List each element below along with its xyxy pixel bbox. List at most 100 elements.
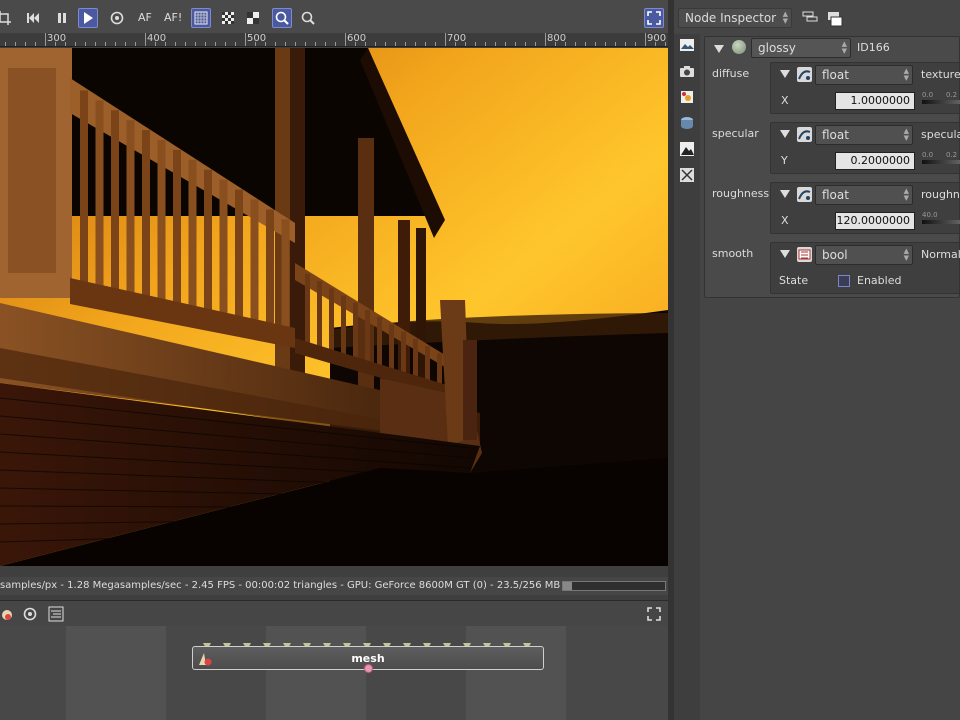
enabled-checkbox[interactable] bbox=[838, 275, 850, 287]
ruler-tick bbox=[5, 42, 6, 46]
play-icon[interactable] bbox=[78, 8, 98, 28]
param-slider[interactable]: 0.0 0.2 bbox=[922, 91, 960, 106]
ruler-tick bbox=[505, 42, 506, 46]
material-sphere-icon bbox=[732, 40, 746, 54]
ruler-tick bbox=[315, 42, 316, 46]
param-label-diffuse: diffuse bbox=[712, 67, 750, 80]
ruler-tick bbox=[515, 42, 516, 46]
render-viewport[interactable] bbox=[0, 48, 668, 566]
kernel-icon[interactable] bbox=[678, 166, 696, 184]
rewind-icon[interactable] bbox=[23, 8, 43, 28]
viewport-toolbar: AF AF! bbox=[0, 0, 668, 37]
environment-icon[interactable] bbox=[678, 114, 696, 132]
collapse-all-icon[interactable] bbox=[802, 11, 818, 25]
camera-icon[interactable] bbox=[678, 62, 696, 80]
imager-icon[interactable] bbox=[678, 140, 696, 158]
param-type-select[interactable]: float ▲ ▼ bbox=[815, 65, 913, 85]
autofocus-pick-label[interactable]: AF! bbox=[164, 11, 182, 24]
node-graph-canvas[interactable] bbox=[0, 626, 668, 720]
ruler-tick bbox=[645, 33, 646, 46]
ruler-tick bbox=[605, 42, 606, 46]
ruler-tick bbox=[445, 33, 446, 46]
image-icon[interactable] bbox=[678, 36, 696, 54]
fullscreen-icon[interactable] bbox=[644, 8, 664, 28]
ruler-tick bbox=[535, 42, 536, 46]
refresh-icon[interactable] bbox=[107, 8, 127, 28]
select-arrows-icon: ▲ ▼ bbox=[841, 40, 847, 55]
inspector-mode-select[interactable]: Node Inspector ▲ ▼ bbox=[678, 8, 792, 28]
ruler-tick bbox=[435, 42, 436, 46]
checkerboard-icon[interactable] bbox=[218, 8, 238, 28]
autofocus-label[interactable]: AF bbox=[138, 11, 152, 24]
select-arrows-icon: ▲ ▼ bbox=[903, 187, 909, 202]
ruler-tick bbox=[195, 42, 196, 46]
render-stats-text: samples/px - 1.28 Megasamples/sec - 2.45… bbox=[0, 580, 560, 591]
graph-fullscreen-icon[interactable] bbox=[644, 604, 664, 624]
param-link-label[interactable]: specular bbox=[921, 128, 960, 141]
collapse-param-icon[interactable] bbox=[780, 130, 790, 138]
graph-refresh-icon[interactable] bbox=[20, 604, 40, 624]
slider-max-label: 0.2 bbox=[946, 151, 958, 159]
ruler-tick bbox=[225, 42, 226, 46]
param-slider[interactable]: 0.0 0.2 bbox=[922, 151, 960, 166]
ruler-tick bbox=[85, 42, 86, 46]
param-type-label: float bbox=[822, 68, 849, 82]
param-type-select[interactable]: float ▲ ▼ bbox=[815, 125, 913, 145]
bool-type-icon bbox=[797, 247, 812, 262]
collapse-param-icon[interactable] bbox=[780, 250, 790, 258]
render-target-icon[interactable] bbox=[678, 88, 696, 106]
ruler-tick bbox=[35, 42, 36, 46]
mesh-node-output-pin[interactable] bbox=[364, 664, 373, 673]
node-inspector-panel: Node Inspector ▲ ▼ glossy ▲ ▼ ID166 diff… bbox=[674, 0, 960, 720]
collapse-node-icon[interactable] bbox=[714, 45, 724, 53]
ruler-tick bbox=[385, 42, 386, 46]
collapse-param-icon[interactable] bbox=[780, 70, 790, 78]
param-link-label[interactable]: texture bbox=[921, 68, 960, 81]
ruler-label: 300 bbox=[47, 33, 67, 44]
ruler-label: 500 bbox=[247, 33, 267, 44]
ruler-tick bbox=[205, 42, 206, 46]
param-axis-label: X bbox=[781, 94, 789, 107]
param-type-select[interactable]: float ▲ ▼ bbox=[815, 185, 913, 205]
render-region-icon[interactable] bbox=[191, 8, 211, 28]
param-type-label: float bbox=[822, 188, 849, 202]
ruler-tick bbox=[175, 42, 176, 46]
add-node-icon[interactable] bbox=[0, 604, 16, 624]
ruler-tick bbox=[485, 42, 486, 46]
param-link-label[interactable]: roughness bbox=[921, 188, 960, 201]
param-type-select[interactable]: bool ▲ ▼ bbox=[815, 245, 913, 265]
param-axis-label: Y bbox=[781, 154, 788, 167]
subsample-icon[interactable] bbox=[243, 8, 263, 28]
collapse-param-icon[interactable] bbox=[780, 190, 790, 198]
ruler-tick bbox=[115, 42, 116, 46]
ruler-label: 900 bbox=[647, 33, 667, 44]
ruler-tick bbox=[345, 33, 346, 46]
param-value-field[interactable]: 1.0000000 bbox=[835, 92, 915, 110]
expand-all-icon[interactable] bbox=[827, 11, 843, 27]
param-type-label: float bbox=[822, 128, 849, 142]
memory-progress-fill bbox=[563, 582, 573, 590]
ruler-tick bbox=[405, 42, 406, 46]
param-axis-label: X bbox=[781, 214, 789, 227]
pause-icon[interactable] bbox=[52, 8, 72, 28]
param-slider[interactable]: 40.0 bbox=[922, 211, 960, 226]
slider-min-label: 0.0 bbox=[922, 151, 934, 159]
ruler-tick bbox=[615, 42, 616, 46]
pick-white-icon[interactable] bbox=[272, 8, 292, 28]
ruler-tick bbox=[285, 42, 286, 46]
param-link-label[interactable]: Normal bbox=[921, 248, 960, 261]
ruler-tick bbox=[475, 42, 476, 46]
param-box-diffuse: float ▲ ▼ texture X 1.0000000 0.0 0.2 bbox=[770, 62, 960, 114]
float-type-icon bbox=[797, 127, 812, 142]
ruler-tick bbox=[595, 42, 596, 46]
param-value-field[interactable]: 120.0000000 bbox=[835, 212, 915, 230]
render-app-window: AF AF! 300 400 500 600 700 800 900 sampl… bbox=[0, 0, 960, 720]
graph-arrange-icon[interactable] bbox=[46, 604, 66, 624]
crop-icon[interactable] bbox=[0, 8, 14, 28]
node-name-select[interactable]: glossy ▲ ▼ bbox=[751, 38, 851, 58]
select-arrows-icon: ▲ ▼ bbox=[903, 247, 909, 262]
param-axis-label: State bbox=[779, 274, 809, 287]
select-arrows-icon: ▲ ▼ bbox=[903, 67, 909, 82]
pick-focus-icon[interactable] bbox=[298, 8, 318, 28]
param-value-field[interactable]: 0.2000000 bbox=[835, 152, 915, 170]
